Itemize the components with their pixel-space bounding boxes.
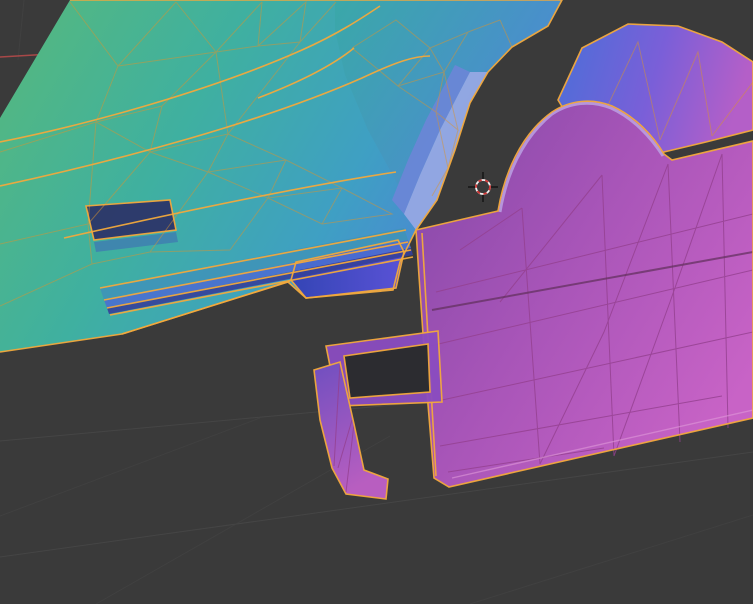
viewport[interactable] [0,0,753,604]
viewport-canvas[interactable] [0,0,753,604]
